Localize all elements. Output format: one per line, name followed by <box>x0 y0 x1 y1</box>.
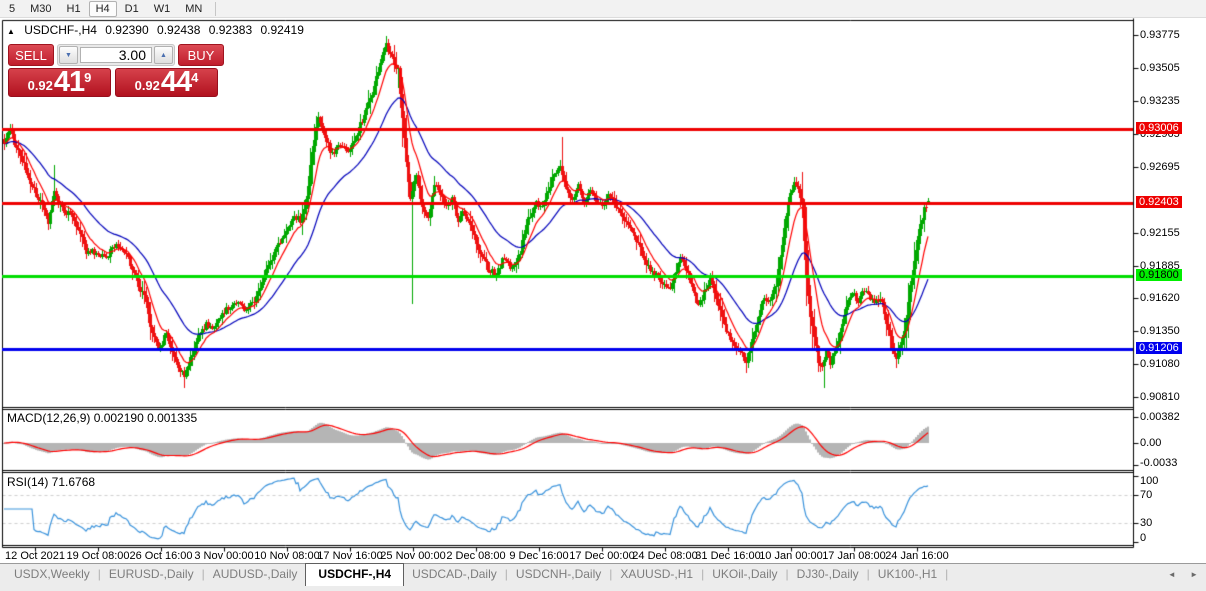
volume-increase-button[interactable]: ▲ <box>154 46 173 64</box>
tab-scroll-arrows: ◄ ► <box>1156 570 1198 579</box>
chart-tab-usdcad-daily[interactable]: USDCAD-,Daily <box>404 564 505 584</box>
ohlc-high: 0.92438 <box>157 23 200 37</box>
time-tick-label: 25 Nov 00:00 <box>380 550 445 562</box>
price-tick-label: 0.91350 <box>1140 325 1180 337</box>
one-click-trading-panel: SELL ▼ ▲ BUY 0.92 41 9 0.92 44 4 <box>8 44 224 97</box>
chart-tabs: USDX,Weekly|EURUSD-,Daily|AUDUSD-,DailyU… <box>6 564 948 586</box>
volume-decrease-button[interactable]: ▼ <box>59 46 78 64</box>
timeframe-button-5[interactable]: 5 <box>2 1 22 17</box>
time-tick-label: 31 Dec 16:00 <box>695 550 760 562</box>
scroll-left-icon[interactable]: ◄ <box>1168 570 1176 579</box>
price-line-badge: 0.91206 <box>1136 342 1182 354</box>
price-tick-label: 0.93505 <box>1140 62 1180 74</box>
macd-indicator-label: MACD(12,26,9) 0.002190 0.001335 <box>7 411 197 425</box>
sell-price-big: 41 <box>54 69 84 96</box>
timeframe-button-mn[interactable]: MN <box>178 1 209 17</box>
time-tick-label: 24 Jan 16:00 <box>885 550 949 562</box>
timeframe-button-h4[interactable]: H4 <box>89 1 117 17</box>
price-tick-label: 0.92155 <box>1140 227 1180 239</box>
sell-price-display[interactable]: 0.92 41 9 <box>8 68 111 97</box>
price-line-badge: 0.93006 <box>1136 122 1182 134</box>
collapse-panel-icon[interactable]: ▲ <box>7 27 15 36</box>
buy-price-pip: 4 <box>191 70 198 85</box>
scroll-right-icon[interactable]: ► <box>1190 570 1198 579</box>
ohlc-close: 0.92419 <box>260 23 303 37</box>
chart-tab-ukoil-daily[interactable]: UKOil-,Daily <box>704 564 785 584</box>
price-tick-label: 0.92695 <box>1140 161 1180 173</box>
chart-tab-eurusd-daily[interactable]: EURUSD-,Daily <box>101 564 202 584</box>
sell-button[interactable]: SELL <box>8 44 54 66</box>
time-tick-label: 12 Oct 2021 <box>5 550 65 562</box>
ohlc-low: 0.92383 <box>209 23 252 37</box>
chart-tab-usdx-weekly[interactable]: USDX,Weekly <box>6 564 98 584</box>
price-line-badge: 0.91800 <box>1136 269 1182 281</box>
rsi-tick-label: 70 <box>1140 489 1152 501</box>
price-line-badge: 0.92403 <box>1136 196 1182 208</box>
price-tick-label: 0.93235 <box>1140 95 1180 107</box>
rsi-tick-label: 100 <box>1140 475 1158 487</box>
time-tick-label: 17 Dec 00:00 <box>569 550 634 562</box>
buy-price-base: 0.92 <box>135 78 160 93</box>
time-tick-label: 26 Oct 16:00 <box>130 550 193 562</box>
toolbar-separator <box>215 2 216 16</box>
chart-tab-bar: USDX,Weekly|EURUSD-,Daily|AUDUSD-,DailyU… <box>0 563 1206 591</box>
time-tick-label: 19 Oct 08:00 <box>67 550 130 562</box>
time-tick-label: 10 Nov 08:00 <box>254 550 319 562</box>
time-tick-label: 9 Dec 16:00 <box>509 550 568 562</box>
volume-input[interactable] <box>80 47 152 63</box>
chart-tab-xauusd-h1[interactable]: XAUUSD-,H1 <box>612 564 701 584</box>
chart-title: ▲ USDCHF-,H4 0.92390 0.92438 0.92383 0.9… <box>7 23 309 37</box>
price-tick-label: 0.90810 <box>1140 391 1180 403</box>
chart-tab-uk100-h1[interactable]: UK100-,H1 <box>870 564 945 584</box>
terminal-window: 5M30H1H4D1W1MN ▲ USDCHF-,H4 0.92390 0.92… <box>0 0 1206 591</box>
price-tick-label: 0.91620 <box>1140 292 1180 304</box>
timeframe-button-w1[interactable]: W1 <box>147 1 178 17</box>
chevron-down-icon: ▼ <box>65 52 72 59</box>
timeframe-button-h1[interactable]: H1 <box>60 1 88 17</box>
chevron-up-icon: ▲ <box>160 52 167 59</box>
timeframe-buttons: 5M30H1H4D1W1MN <box>2 1 210 17</box>
chart-tab-audusd-daily[interactable]: AUDUSD-,Daily <box>205 564 306 584</box>
chart-tab-usdcnh-daily[interactable]: USDCNH-,Daily <box>508 564 609 584</box>
rsi-tick-label: 30 <box>1140 517 1152 529</box>
price-tick-label: 0.91080 <box>1140 358 1180 370</box>
macd-tick-label: -0.0033 <box>1140 457 1177 469</box>
time-tick-label: 10 Jan 00:00 <box>759 550 823 562</box>
price-tick-label: 0.93775 <box>1140 29 1180 41</box>
time-tick-label: 2 Dec 08:00 <box>446 550 505 562</box>
macd-tick-label: 0.00382 <box>1140 411 1180 423</box>
buy-price-display[interactable]: 0.92 44 4 <box>115 68 218 97</box>
time-tick-label: 17 Nov 16:00 <box>317 550 382 562</box>
rsi-tick-label: 0 <box>1140 532 1146 544</box>
ohlc-open: 0.92390 <box>105 23 148 37</box>
buy-price-big: 44 <box>161 69 191 96</box>
timeframe-toolbar: 5M30H1H4D1W1MN <box>0 0 1206 18</box>
timeframe-button-m30[interactable]: M30 <box>23 1 58 17</box>
timeframe-button-d1[interactable]: D1 <box>118 1 146 17</box>
chart-tab-dj30-daily[interactable]: DJ30-,Daily <box>789 564 867 584</box>
rsi-indicator-label: RSI(14) 71.6768 <box>7 475 95 489</box>
sell-price-base: 0.92 <box>28 78 53 93</box>
tab-separator: | <box>945 564 948 581</box>
time-tick-label: 3 Nov 00:00 <box>194 550 253 562</box>
symbol-period-label: USDCHF-,H4 <box>24 23 97 37</box>
sell-price-pip: 9 <box>84 70 91 85</box>
volume-spinner: ▼ ▲ <box>57 44 175 66</box>
buy-button[interactable]: BUY <box>178 44 224 66</box>
chart-tab-usdchf-h4[interactable]: USDCHF-,H4 <box>305 563 404 586</box>
time-tick-label: 17 Jan 08:00 <box>822 550 886 562</box>
time-tick-label: 24 Dec 08:00 <box>632 550 697 562</box>
macd-tick-label: 0.00 <box>1140 437 1161 449</box>
